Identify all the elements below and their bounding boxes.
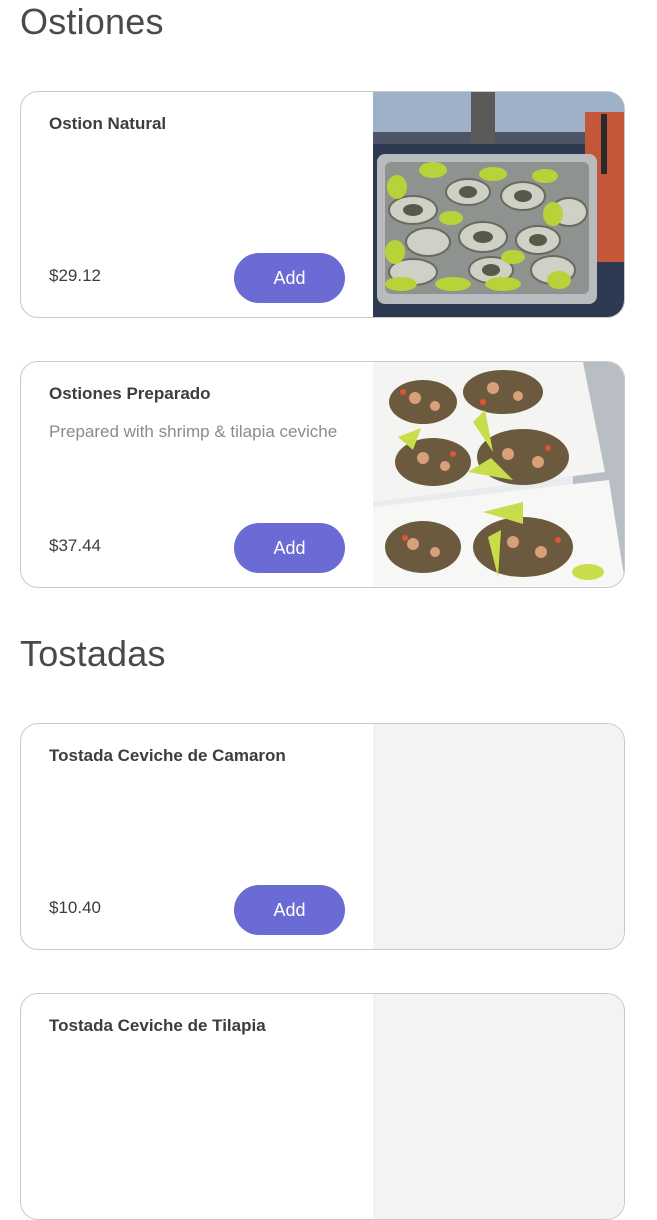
image-placeholder [373,994,624,1219]
image-placeholder [373,724,624,949]
section-title-ostiones: Ostiones [20,1,164,42]
section-title-tostadas: Tostadas [20,633,166,674]
add-button[interactable]: Add [234,523,345,573]
menu-item-price: $10.40 [49,898,101,917]
prepared-oysters-photo [373,362,624,587]
menu-item-name: Ostiones Preparado [49,384,211,403]
menu-item-info: Ostiones Preparado Prepared with shrimp … [21,362,373,587]
menu-item-card[interactable]: Ostion Natural $29.12 Add [20,91,625,318]
menu-item-info: Tostada Ceviche de Tilapia [21,994,373,1219]
add-button[interactable]: Add [234,253,345,303]
menu-item-price: $29.12 [49,266,101,285]
menu-item-info: Ostion Natural $29.12 Add [21,92,373,317]
menu-item-name: Ostion Natural [49,114,167,133]
menu-item-info: Tostada Ceviche de Camaron $10.40 Add [21,724,373,949]
menu-item-card[interactable]: Ostiones Preparado Prepared with shrimp … [20,361,625,588]
oysters-with-lime-photo [373,92,624,317]
menu-item-card[interactable]: Tostada Ceviche de Camaron $10.40 Add [20,723,625,950]
menu-item-price: $37.44 [49,536,101,555]
menu-item-card[interactable]: Tostada Ceviche de Tilapia [20,993,625,1220]
add-button[interactable]: Add [234,885,345,935]
menu-item-description: Prepared with shrimp & tilapia ceviche [49,422,338,441]
menu-item-name: Tostada Ceviche de Tilapia [49,1016,266,1035]
menu-item-name: Tostada Ceviche de Camaron [49,746,286,765]
